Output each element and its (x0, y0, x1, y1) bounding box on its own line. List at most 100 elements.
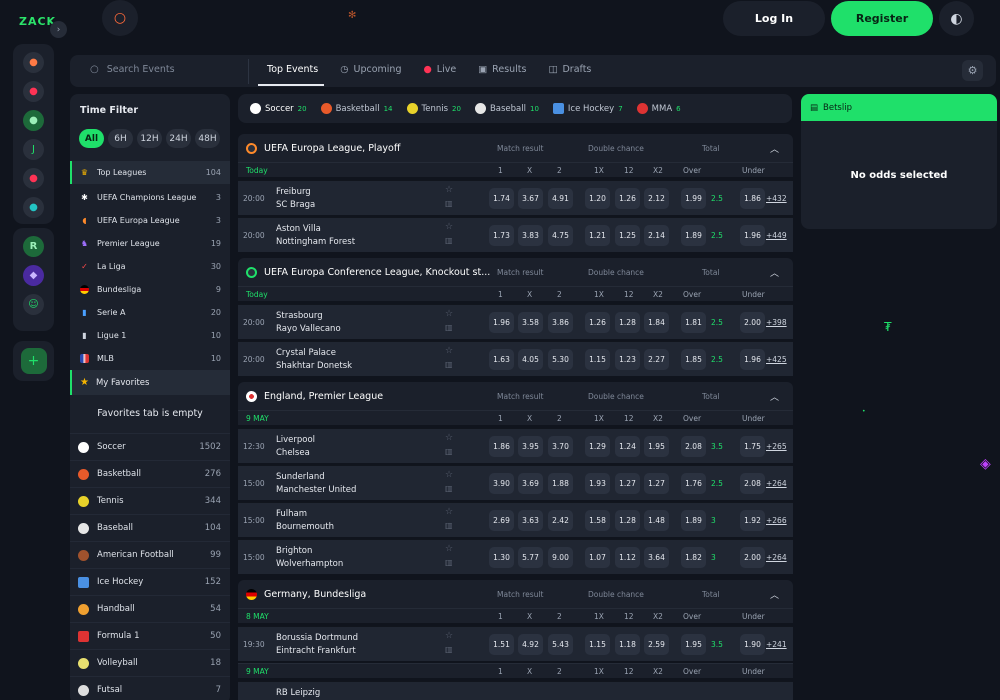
sidebar-sport-futsal[interactable]: Futsal 7 (70, 676, 230, 700)
odds-button[interactable]: 1.15 (585, 349, 610, 370)
rocket-icon[interactable]: ● (23, 52, 44, 73)
gear-icon[interactable]: ⚙ (962, 60, 983, 81)
sidebar-sport-formula-1[interactable]: Formula 1 50 (70, 622, 230, 649)
time-filter-all[interactable]: All (79, 129, 104, 148)
match-row[interactable]: 20:00 Crystal Palace Shakhtar Donetsk ☆ ▥ 1.6… (238, 341, 793, 376)
odds-button[interactable]: 1.25 (615, 225, 640, 246)
odds-button[interactable]: 1.24 (615, 436, 640, 457)
odds-button[interactable]: 1.85 (681, 349, 706, 370)
stats-icon[interactable]: ▥ (445, 521, 453, 530)
odds-button[interactable]: 1.96 (740, 349, 765, 370)
search-icon[interactable]: ○ (102, 0, 138, 36)
stats-icon[interactable]: ▥ (445, 199, 453, 208)
tab-upcoming[interactable]: ◷ Upcoming (340, 64, 401, 75)
sports-icon[interactable]: ● (23, 110, 44, 131)
sidebar-sport-baseball[interactable]: Baseball 104 (70, 514, 230, 541)
match-row[interactable]: 15:00 Sunderland Manchester United ☆ ▥ 3.90 3.… (238, 465, 793, 500)
sidebar-item-top-leagues[interactable]: ♛ Top Leagues 104 (70, 161, 230, 184)
odds-button[interactable]: 1.73 (489, 225, 514, 246)
odds-button[interactable]: 1.12 (615, 547, 640, 568)
more-markets-link[interactable]: +398 (766, 318, 787, 327)
sport-tab-baseball[interactable]: Baseball 10 (474, 103, 539, 114)
roulette-icon[interactable]: ● (23, 81, 44, 102)
match-row[interactable]: 20:00 Strasbourg Rayo Vallecano ☆ ▥ 1.96 3.58 3… (238, 304, 793, 339)
odds-button[interactable]: 5.77 (518, 547, 543, 568)
tab-live[interactable]: ● Live (423, 64, 456, 75)
odds-button[interactable]: 1.51 (489, 634, 514, 655)
more-markets-link[interactable]: +264 (766, 553, 787, 562)
odds-button[interactable]: 1.30 (489, 547, 514, 568)
time-filter-12h[interactable]: 12H (137, 129, 162, 148)
odds-button[interactable]: 1.92 (740, 510, 765, 531)
star-icon[interactable]: ☆ (445, 309, 453, 319)
league-header[interactable]: Germany, Bundesliga Match result Double ch… (238, 580, 793, 608)
match-row[interactable]: 20:00 Aston Villa Nottingham Forest ☆ ▥ 1.73 3… (238, 217, 793, 252)
support-icon[interactable]: ☺ (23, 294, 44, 315)
sidebar-item-bundesliga[interactable]: Bundesliga 9 (70, 278, 230, 301)
match-row[interactable]: 12:30 Liverpool Chelsea ☆ ▥ 1.86 3.95 3.70 1.29 1… (238, 428, 793, 463)
register-button[interactable]: Register (831, 1, 933, 36)
odds-button[interactable]: 1.20 (585, 188, 610, 209)
odds-button[interactable]: 1.48 (644, 510, 669, 531)
odds-button[interactable]: 3.90 (489, 473, 514, 494)
odds-button[interactable]: 1.86 (489, 436, 514, 457)
star-icon[interactable]: ☆ (445, 222, 453, 232)
sidebar-sport-ice-hockey[interactable]: Ice Hockey 152 (70, 568, 230, 595)
star-icon[interactable]: ☆ (445, 631, 453, 641)
star-icon[interactable]: ☆ (445, 470, 453, 480)
chevron-up-icon[interactable]: ︿ (770, 390, 779, 403)
tab-top-events[interactable]: Top Events (267, 64, 318, 75)
live-casino-icon[interactable]: ● (23, 197, 44, 218)
more-markets-link[interactable]: +449 (766, 231, 787, 240)
odds-button[interactable]: 1.95 (681, 634, 706, 655)
odds-button[interactable]: 2.12 (644, 188, 669, 209)
league-header[interactable]: UEFA Europa Conference League, Knockout … (238, 258, 793, 286)
odds-button[interactable]: 3.64 (644, 547, 669, 568)
odds-button[interactable]: 1.75 (740, 436, 765, 457)
odds-button[interactable]: 1.26 (585, 312, 610, 333)
time-filter-24h[interactable]: 24H (166, 129, 191, 148)
star-icon[interactable]: ☆ (445, 507, 453, 517)
stats-icon[interactable]: ▥ (445, 558, 453, 567)
more-markets-link[interactable]: +264 (766, 479, 787, 488)
stats-icon[interactable]: ▥ (445, 236, 453, 245)
star-icon[interactable]: ☆ (445, 185, 453, 195)
odds-button[interactable]: 1.88 (548, 473, 573, 494)
odds-button[interactable]: 1.84 (644, 312, 669, 333)
odds-button[interactable]: 1.58 (585, 510, 610, 531)
sport-tab-mma[interactable]: MMA 6 (636, 103, 681, 114)
sidebar-sport-basketball[interactable]: Basketball 276 (70, 460, 230, 487)
site-logo[interactable]: ZACK (19, 16, 55, 41)
match-row[interactable]: 20:00 Freiburg SC Braga ☆ ▥ 1.74 3.67 4.91 1.20 1… (238, 180, 793, 215)
odds-button[interactable]: 1.27 (644, 473, 669, 494)
more-markets-link[interactable]: +425 (766, 355, 787, 364)
stats-icon[interactable]: ▥ (445, 447, 453, 456)
odds-button[interactable]: 5.30 (548, 349, 573, 370)
chevron-up-icon[interactable]: ︿ (770, 588, 779, 601)
odds-button[interactable]: 5.43 (548, 634, 573, 655)
tab-results[interactable]: ▣ Results (478, 64, 526, 75)
odds-button[interactable]: 9.00 (548, 547, 573, 568)
odds-button[interactable]: 1.76 (681, 473, 706, 494)
star-icon[interactable]: ☆ (445, 433, 453, 443)
sport-tab-basketball[interactable]: Basketball 14 (320, 103, 393, 114)
odds-button[interactable]: 4.91 (548, 188, 573, 209)
racing-icon[interactable]: ● (23, 168, 44, 189)
star-icon[interactable]: ☆ (445, 346, 453, 356)
tab-drafts[interactable]: ◫ Drafts (548, 64, 591, 75)
star-icon[interactable]: ☆ (445, 544, 453, 554)
odds-button[interactable]: 1.63 (489, 349, 514, 370)
stats-icon[interactable]: ▥ (445, 360, 453, 369)
odds-button[interactable]: 1.95 (644, 436, 669, 457)
odds-button[interactable]: 2.27 (644, 349, 669, 370)
sport-tab-soccer[interactable]: Soccer 20 (250, 103, 307, 114)
odds-button[interactable]: 1.96 (740, 225, 765, 246)
odds-button[interactable]: 3.83 (518, 225, 543, 246)
odds-button[interactable]: 1.89 (681, 510, 706, 531)
sidebar-item-ligue1[interactable]: ▮ Ligue 1 10 (70, 324, 230, 347)
rewards-icon[interactable]: R (23, 236, 44, 257)
odds-button[interactable]: 2.69 (489, 510, 514, 531)
odds-button[interactable]: 1.74 (489, 188, 514, 209)
chevron-up-icon[interactable]: ︿ (770, 266, 779, 279)
sidebar-sport-american-football[interactable]: American Football 99 (70, 541, 230, 568)
